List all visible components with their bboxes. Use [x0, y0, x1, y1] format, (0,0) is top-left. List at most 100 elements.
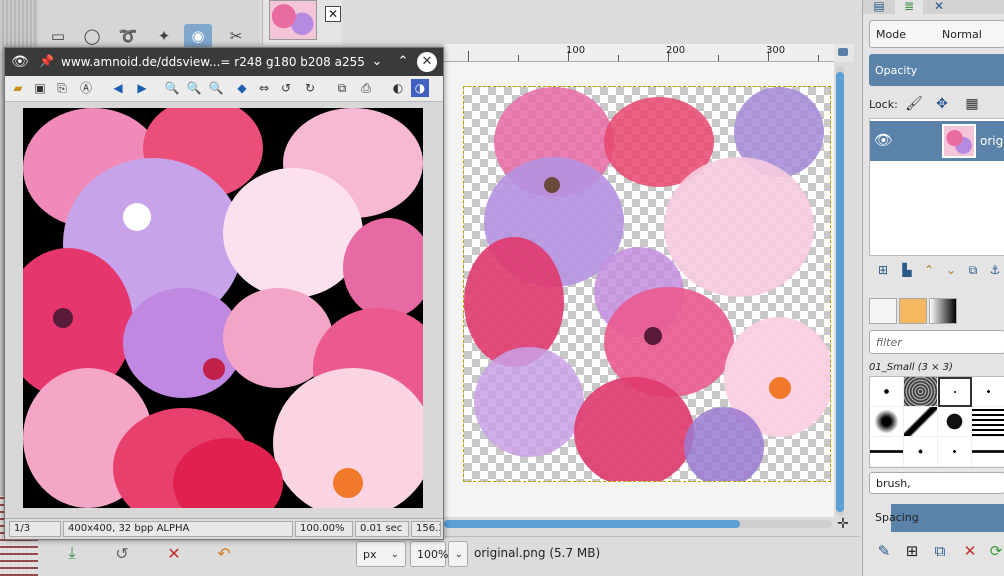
save-options-icon[interactable]: ⤓: [58, 541, 86, 565]
vertical-scrollbar[interactable]: [836, 66, 844, 516]
scroll-thumb[interactable]: [836, 72, 844, 512]
rotate-left-icon[interactable]: ↺: [277, 79, 295, 97]
brush-cell[interactable]: [938, 407, 972, 437]
brush-cell[interactable]: [972, 377, 1004, 407]
layer-list[interactable]: 👁 original: [869, 118, 1004, 256]
refresh-brushes-icon[interactable]: ⟳: [985, 540, 1004, 562]
print-icon[interactable]: ⎙: [357, 79, 375, 97]
tab-patterns[interactable]: [899, 298, 927, 324]
brush-cell[interactable]: [972, 407, 1004, 437]
restore-options-icon[interactable]: ↺: [108, 541, 136, 565]
viewer-title-bar[interactable]: 👁 📌 www.amnoid.de/ddsview...= r248 g180 …: [5, 48, 443, 76]
brush-cell[interactable]: [904, 437, 938, 467]
brush-cell[interactable]: [870, 377, 904, 407]
pin-icon[interactable]: 📌: [39, 54, 54, 68]
zoom-dropdown[interactable]: ⌄: [448, 541, 468, 567]
export-icon[interactable]: ⧉: [333, 79, 351, 97]
flip-icon[interactable]: ⇔: [255, 79, 273, 97]
brush-cell[interactable]: [938, 437, 972, 467]
brush-cell[interactable]: [904, 407, 938, 437]
flower-center: [203, 358, 225, 380]
scissors-icon[interactable]: ✂: [222, 24, 250, 48]
fuzzy-select-icon[interactable]: ✦: [150, 24, 178, 48]
duplicate-brush-icon[interactable]: ⧉: [929, 540, 951, 562]
scroll-thumb[interactable]: [444, 520, 740, 528]
new-brush-icon[interactable]: ⊞: [901, 540, 923, 562]
tab-layers[interactable]: ▤: [865, 0, 893, 14]
color-select-icon[interactable]: ◉: [184, 24, 212, 48]
brush-cell-selected[interactable]: [938, 377, 972, 407]
copy-icon[interactable]: ⎘: [53, 79, 71, 97]
layer-buttons: ⊞ ▙ ⌃ ⌄ ⧉ ⚓: [869, 260, 1004, 282]
extra-indicator: 156.3: [411, 521, 441, 537]
zoom-field[interactable]: 100%: [410, 541, 448, 567]
new-group-icon[interactable]: ▙: [897, 260, 917, 280]
open-folder-icon[interactable]: ▰: [9, 79, 27, 97]
brush-cell[interactable]: [870, 437, 904, 467]
duplicate-layer-icon[interactable]: ⧉: [963, 260, 983, 280]
brush-filter-input[interactable]: filter: [869, 330, 1004, 354]
info-icon[interactable]: Ⓐ: [77, 79, 95, 97]
maximize-icon[interactable]: ⌃: [393, 52, 413, 72]
save-icon[interactable]: ▣: [31, 79, 49, 97]
ruler-label: 200: [666, 45, 686, 56]
lower-layer-icon[interactable]: ⌄: [941, 260, 961, 280]
flower-shape: [223, 168, 363, 298]
viewer-image[interactable]: [23, 108, 423, 508]
flower-center: [544, 177, 560, 193]
lock-alpha-icon[interactable]: ▦: [961, 94, 983, 114]
horizontal-scrollbar[interactable]: [444, 520, 832, 528]
flower-center: [123, 203, 151, 231]
layers-dock: ▤ ≣ ✕ Mode Normal Opacity Lock: 🖌 ✥ ▦ 👁 …: [862, 0, 1004, 576]
brush-name-field[interactable]: brush,: [869, 472, 1004, 494]
layer-row[interactable]: 👁 original: [870, 121, 1004, 161]
brush-cell[interactable]: [904, 377, 938, 407]
flower-shape: [574, 377, 694, 481]
unit-select[interactable]: px ⌄: [356, 541, 406, 567]
opacity-slider[interactable]: Opacity: [869, 54, 1004, 86]
close-icon[interactable]: ✕: [417, 52, 437, 72]
quick-mask-toggle[interactable]: [834, 44, 854, 62]
channel-toggle-icon[interactable]: ◑: [411, 79, 429, 97]
tab-gradients[interactable]: [929, 298, 957, 324]
brush-grid[interactable]: [869, 376, 1004, 468]
image-tab-thumbnail[interactable]: [269, 0, 317, 40]
lock-label: Lock:: [869, 98, 898, 111]
spacing-slider[interactable]: Spacing: [869, 504, 1004, 532]
toolbox: ▭ ◯ ➰ ✦ ◉ ✂: [38, 0, 260, 50]
viewer-toolbar: ▰ ▣ ⎘ Ⓐ ◀ ▶ 🔍 🔍 🔍 ◆ ⇔ ↺ ↻ ⧉ ⎙ ◐ ◑: [5, 76, 443, 102]
zoom-in-icon[interactable]: 🔍: [163, 79, 181, 97]
zoom-fit-icon[interactable]: 🔍: [207, 79, 225, 97]
anchor-layer-icon[interactable]: ⚓: [985, 260, 1004, 280]
tab-brushes[interactable]: [869, 298, 897, 324]
lock-pixels-icon[interactable]: 🖌: [903, 94, 925, 114]
reset-options-icon[interactable]: ↶: [210, 541, 238, 565]
rect-select-icon[interactable]: ▭: [44, 24, 72, 48]
lock-position-icon[interactable]: ✥: [931, 94, 953, 114]
zoom-out-icon[interactable]: 🔍: [185, 79, 203, 97]
rotate-right-icon[interactable]: ↻: [301, 79, 319, 97]
mode-select[interactable]: Mode Normal: [869, 20, 1004, 48]
canvas-image[interactable]: [463, 86, 831, 482]
prev-icon[interactable]: ◀: [109, 79, 127, 97]
delete-brush-icon[interactable]: ✕: [959, 540, 981, 562]
brush-cell[interactable]: [870, 407, 904, 437]
new-layer-icon[interactable]: ⊞: [873, 260, 893, 280]
close-image-icon[interactable]: ✕: [325, 6, 341, 22]
flower-center: [769, 377, 791, 399]
tab-channels[interactable]: ≣: [895, 0, 923, 14]
edit-brush-icon[interactable]: ✎: [873, 540, 895, 562]
ellipse-select-icon[interactable]: ◯: [78, 24, 106, 48]
next-icon[interactable]: ▶: [133, 79, 151, 97]
eye-icon[interactable]: 👁: [874, 131, 893, 149]
navigate-icon[interactable]: ✛: [835, 516, 851, 532]
tab-paths[interactable]: ✕: [925, 0, 953, 14]
lasso-icon[interactable]: ➰: [114, 24, 142, 48]
mipmap-icon[interactable]: ◆: [233, 79, 251, 97]
minimize-icon[interactable]: ⌄: [367, 52, 387, 72]
alpha-toggle-icon[interactable]: ◐: [389, 79, 407, 97]
brush-cell[interactable]: [972, 437, 1004, 467]
raise-layer-icon[interactable]: ⌃: [919, 260, 939, 280]
delete-options-icon[interactable]: ✕: [160, 541, 188, 565]
ruler-tick: [618, 55, 619, 61]
